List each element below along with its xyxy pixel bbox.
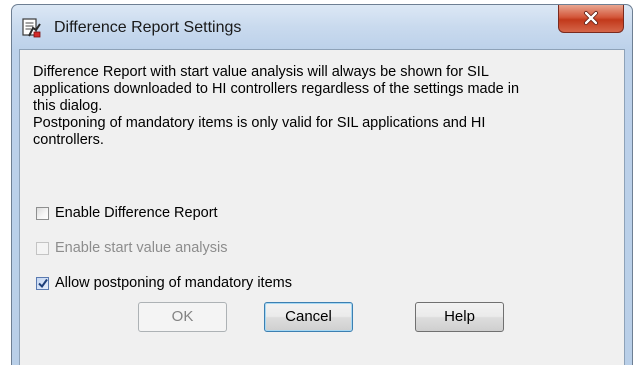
info-line: Postponing of mandatory items is only va…	[33, 115, 486, 131]
checkbox-box[interactable]	[36, 206, 49, 220]
window-title: Difference Report Settings	[54, 19, 242, 36]
checkmark-icon	[38, 278, 48, 288]
info-line: controllers.	[33, 132, 104, 148]
enable-start-value-analysis-checkbox: Enable start value analysis	[36, 239, 228, 257]
allow-postponing-checkbox[interactable]: Allow postponing of mandatory items	[36, 274, 292, 292]
settings-report-icon	[20, 17, 42, 39]
checkbox-box	[36, 241, 49, 255]
enable-start-value-analysis-label: Enable start value analysis	[55, 240, 228, 256]
allow-postponing-label: Allow postponing of mandatory items	[55, 275, 292, 291]
info-line: this dialog.	[33, 98, 103, 114]
info-line: Difference Report with start value analy…	[33, 64, 489, 80]
enable-difference-report-label: Enable Difference Report	[55, 205, 218, 221]
cancel-button[interactable]: Cancel	[264, 302, 353, 332]
title-bar[interactable]: Difference Report Settings	[12, 5, 632, 49]
info-text: Difference Report with start value analy…	[33, 64, 623, 149]
checkbox-box[interactable]	[36, 276, 49, 290]
ok-button[interactable]: OK	[138, 302, 227, 332]
enable-difference-report-checkbox[interactable]: Enable Difference Report	[36, 204, 218, 222]
info-line: applications downloaded to HI controller…	[33, 81, 520, 97]
close-button[interactable]	[558, 5, 624, 33]
help-button[interactable]: Help	[415, 302, 504, 332]
close-icon	[583, 10, 599, 26]
